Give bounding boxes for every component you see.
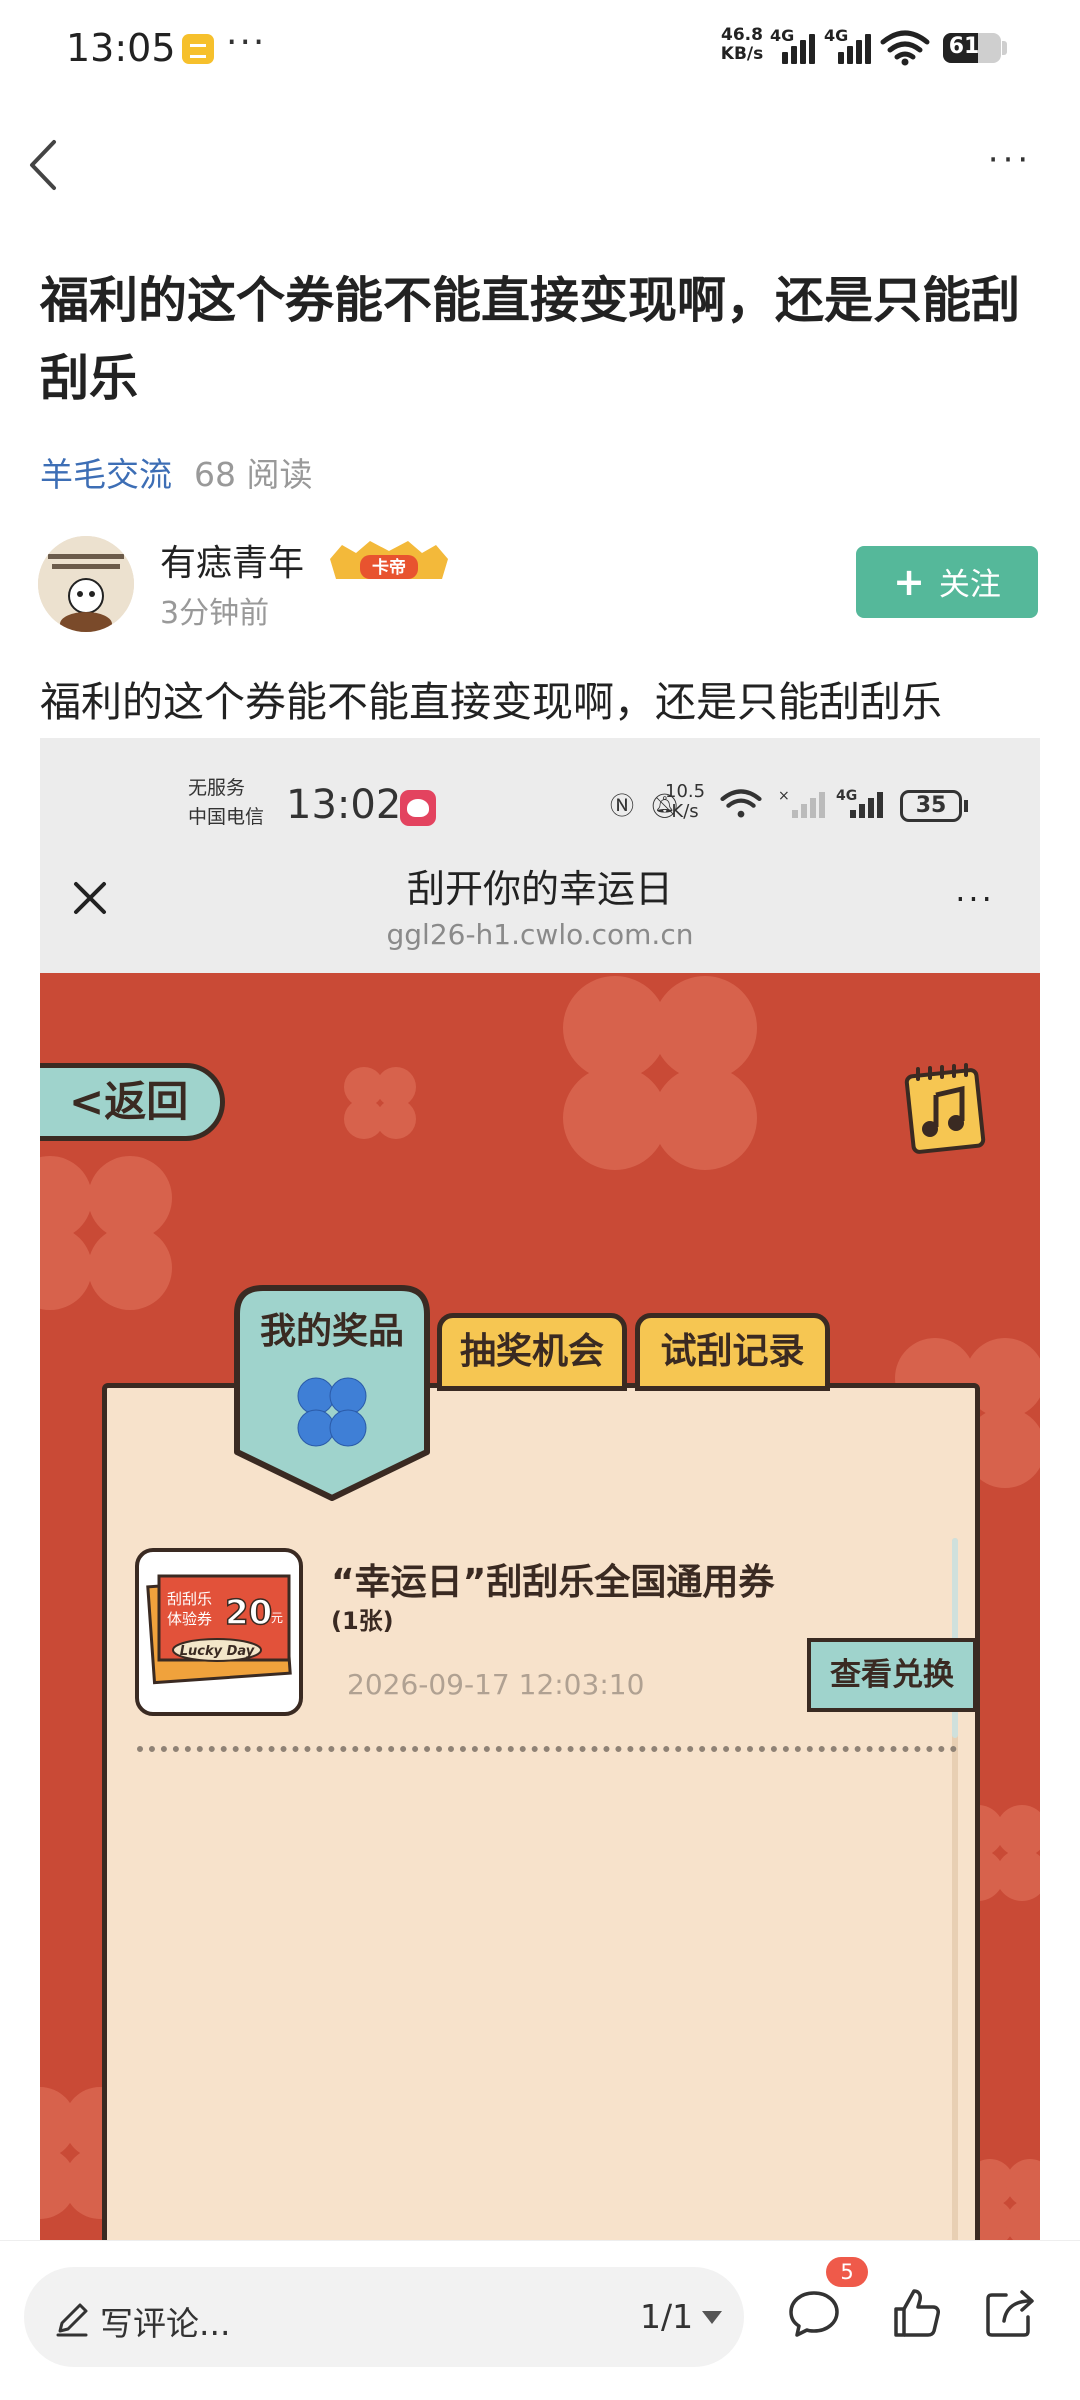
comment-input[interactable]: 写评论... 1/1 xyxy=(24,2267,744,2367)
ticket-line1: 刮刮乐 xyxy=(167,1590,212,1608)
tab-my-prizes-label: 我的奖品 xyxy=(259,1311,404,1352)
ticket-thumbnail: 刮刮乐 体验券 20 元 Lucky Day xyxy=(135,1548,303,1716)
message-notification-icon xyxy=(182,34,214,64)
tab-my-prizes: 我的奖品 xyxy=(233,1284,431,1504)
ticket-brand: Lucky Day xyxy=(180,1644,255,1659)
comment-count-badge: 5 xyxy=(826,2257,868,2287)
image-status-bar: 无服务 中国电信 13:02 Ⓝ 🔕︎ 10.5 K/s × 4G 35 xyxy=(40,738,1040,828)
battery-icon: 61 xyxy=(943,33,1001,63)
ticket-line2: 体验券 xyxy=(167,1610,212,1628)
more-options-icon[interactable]: ··· xyxy=(980,140,1040,180)
image-browser-nav: 刮开你的幸运日 ggl26-h1.cwlo.com.cn ··· xyxy=(40,828,1040,973)
image-sim-label: 4G xyxy=(836,788,857,804)
author-avatar[interactable] xyxy=(38,536,134,632)
network-speed-unit: KB/s xyxy=(720,44,764,64)
prize-quantity: (1张) xyxy=(331,1607,394,1635)
image-page-title: 刮开你的幸运日 xyxy=(406,867,673,911)
comment-icon[interactable] xyxy=(786,2285,842,2341)
category-link[interactable]: 羊毛交流 xyxy=(40,455,172,494)
share-icon[interactable] xyxy=(982,2285,1038,2341)
like-icon[interactable] xyxy=(888,2285,944,2341)
network-speed-value: 46.8 xyxy=(721,25,763,45)
battery-level: 61 xyxy=(948,34,980,59)
signal-sim2-icon: 4G xyxy=(824,26,874,64)
battery-cap xyxy=(1002,41,1007,55)
post-meta: 羊毛交流 68 阅读 xyxy=(40,448,312,496)
prize-panel: 刮刮乐 体验券 20 元 Lucky Day “幸运日”刮刮乐全国通用券 (1张… xyxy=(102,1383,980,2240)
pen-icon xyxy=(56,2303,88,2337)
sim1-label: 4G xyxy=(770,26,795,45)
chevron-down-icon[interactable] xyxy=(702,2311,722,2324)
tab-lottery-chances: 抽奖机会 xyxy=(437,1313,627,1391)
scratch-game-area: <返回 刮刮乐 体验券 20 元 Lucky Day “幸运日”刮刮乐全国通用券… xyxy=(40,973,1040,2240)
status-bar: 13:05 ··· 46.8 KB/s 4G 4G 61 xyxy=(0,0,1080,100)
post-title: 福利的这个券能不能直接变现啊，还是只能刮刮乐 xyxy=(40,272,1021,407)
image-more-icon: ··· xyxy=(955,880,995,918)
view-redeem-button: 查看兑换 xyxy=(807,1638,977,1712)
signal-sim1-icon: 4G xyxy=(770,26,818,64)
read-count: 68 阅读 xyxy=(194,455,313,494)
sim2-label: 4G xyxy=(824,26,849,45)
author-name[interactable]: 有痣青年 xyxy=(160,534,304,586)
game-back-button: <返回 xyxy=(40,1063,225,1141)
wifi-icon xyxy=(880,30,930,66)
lottery-ticket-image: 刮刮乐 体验券 20 元 Lucky Day xyxy=(146,1574,292,1685)
status-time: 13:05 xyxy=(66,26,176,70)
dotted-divider xyxy=(137,1746,957,1752)
image-speed-value: 10.5 xyxy=(665,781,706,802)
tab-scratch-records: 试刮记录 xyxy=(635,1313,830,1391)
network-speed: 46.8 KB/s xyxy=(712,26,772,64)
follow-button[interactable]: + 关注 xyxy=(856,546,1038,618)
more-notifications-icon: ··· xyxy=(226,22,267,63)
page-indicator[interactable]: 1/1 xyxy=(640,2297,693,2336)
app-emoji-icon xyxy=(400,790,436,826)
image-wifi-icon xyxy=(720,789,762,818)
bottom-action-bar: 写评论... 1/1 5 xyxy=(0,2240,1080,2400)
follow-label: 关注 xyxy=(938,567,1001,603)
image-signal-icon: 4G xyxy=(836,788,883,818)
image-no-signal-icon: × xyxy=(778,788,825,818)
music-note-icon xyxy=(904,1063,986,1154)
attached-image[interactable]: 无服务 中国电信 13:02 Ⓝ 🔕︎ 10.5 K/s × 4G 35 刮开你… xyxy=(40,738,1040,2240)
post-time: 3分钟前 xyxy=(160,596,270,631)
image-speed-unit: K/s xyxy=(671,801,699,822)
avatar-image xyxy=(38,536,134,632)
prize-name: “幸运日”刮刮乐全国通用券 xyxy=(331,1562,775,1603)
image-speed: 10.5 K/s xyxy=(665,782,705,822)
back-arrow-icon[interactable] xyxy=(20,130,70,200)
post-body: 福利的这个券能不能直接变现啊，还是只能刮刮乐 xyxy=(40,678,942,726)
image-carrier: 无服务 中国电信 xyxy=(188,774,264,832)
ticket-unit: 元 xyxy=(271,1611,283,1625)
badge-label: 卡帝 xyxy=(372,557,406,578)
image-battery-cap xyxy=(964,800,968,812)
prize-timestamp: 2026-09-17 12:03:10 xyxy=(347,1668,645,1701)
image-battery: 35 xyxy=(900,790,962,822)
image-time: 13:02 xyxy=(286,782,402,828)
image-page-url: ggl26-h1.cwlo.com.cn xyxy=(386,918,694,951)
svg-text:×: × xyxy=(778,788,790,804)
comment-placeholder: 写评论... xyxy=(100,2304,231,2343)
plus-icon: + xyxy=(893,560,925,604)
nfc-icon: Ⓝ xyxy=(610,792,634,820)
image-carrier-line1: 无服务 xyxy=(188,777,246,799)
ticket-value: 20 xyxy=(225,1593,272,1633)
vip-crown-badge: 卡帝 xyxy=(330,541,448,579)
